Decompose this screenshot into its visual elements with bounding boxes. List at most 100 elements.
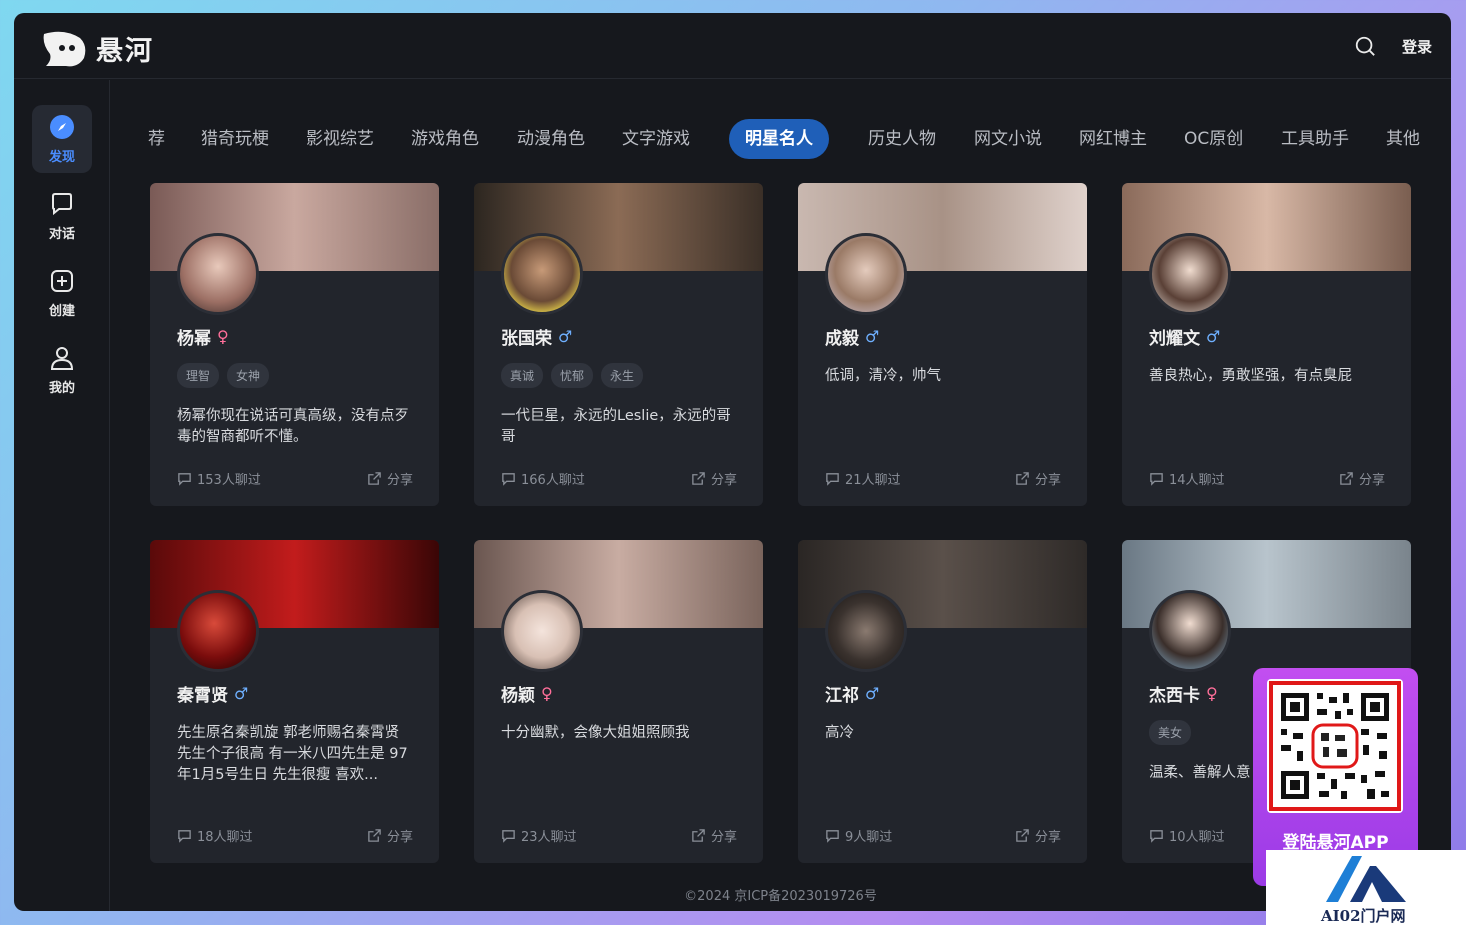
sidebar-item-chat[interactable]: 对话 [32,182,92,250]
share-button[interactable]: 分享 [691,469,737,488]
tab-text-games[interactable]: 文字游戏 [622,119,690,159]
female-icon: ♀ [541,684,553,703]
character-card[interactable]: 成毅 ♂ 低调，清冷，帅气 21人聊过 分享 [798,183,1087,506]
ghost-logo-icon [43,31,86,66]
tab-web-novels[interactable]: 网文小说 [974,119,1042,159]
sidebar: 发现 对话 创建 我的 [14,80,110,911]
tab-anime-characters[interactable]: 动漫角色 [517,119,585,159]
chat-count: 21人聊过 [825,469,901,488]
chat-bubble-icon [178,830,191,843]
share-icon [1016,472,1029,485]
avatar [501,590,583,672]
app-window: 悬河 登录 发现 对话 创建 我的 荐 猎奇玩梗 影视综艺 游戏角色 动漫角色 … [14,13,1451,911]
category-tabs: 荐 猎奇玩梗 影视综艺 游戏角色 动漫角色 文字游戏 明星名人 历史人物 网文小… [110,117,1451,161]
female-icon: ♀ [1206,684,1218,703]
user-icon [50,346,74,370]
character-name: 杰西卡 ♀ [1149,684,1218,706]
sidebar-item-discover[interactable]: 发现 [32,105,92,173]
tag: 真诚 [501,363,544,388]
chat-count: 153人聊过 [177,469,261,488]
qr-code-icon [1269,681,1401,811]
share-button[interactable]: 分享 [1015,826,1061,845]
tab-recommend[interactable]: 荐 [148,119,165,159]
share-icon [1016,829,1029,842]
tab-tools[interactable]: 工具助手 [1281,119,1349,159]
app-logo[interactable]: 悬河 [40,29,154,68]
sidebar-item-create[interactable]: 创建 [32,259,92,327]
male-icon: ♂ [865,684,880,703]
login-button[interactable]: 登录 [1402,36,1432,57]
chat-count: 14人聊过 [1149,469,1225,488]
share-icon [1340,472,1353,485]
tag-list: 理智 女神 [177,363,270,388]
tab-other[interactable]: 其他 [1386,119,1420,159]
chat-count: 10人聊过 [1149,826,1225,845]
share-button[interactable]: 分享 [691,826,737,845]
chat-bubble-icon [502,830,515,843]
character-name: 成毅 ♂ [825,327,880,349]
share-button[interactable]: 分享 [367,469,413,488]
male-icon: ♂ [558,327,573,346]
tag: 永生 [601,363,644,388]
character-card[interactable]: 张国荣 ♂ 真诚 忧郁 永生 一代巨星，永远的Leslie，永远的哥哥 166人聊… [474,183,763,506]
character-description: 一代巨星，永远的Leslie，永远的哥哥 [501,408,731,445]
male-icon: ♂ [865,327,880,346]
chat-bubble-icon [826,830,839,843]
character-card[interactable]: 刘耀文 ♂ 善良热心，勇敢坚强，有点臭屁 14人聊过 分享 [1122,183,1411,506]
share-button[interactable]: 分享 [1015,469,1061,488]
character-name: 张国荣 ♂ [501,327,573,349]
character-description: 十分幽默，会像大姐姐照顾我 [501,725,690,741]
tag: 理智 [177,363,220,388]
avatar [501,233,583,315]
character-name: 秦霄贤 ♂ [177,684,249,706]
tab-curiosity[interactable]: 猎奇玩梗 [201,119,269,159]
share-icon [692,472,705,485]
sidebar-item-label: 对话 [48,226,75,242]
compass-icon [50,114,74,139]
chat-count: 18人聊过 [177,826,253,845]
character-description: 先生原名秦凯旋 郭老师赐名秦霄贤 先生个子很高 有一米八四先生是 97年1月5号… [177,725,408,783]
chat-count: 9人聊过 [825,826,892,845]
character-card[interactable]: 秦霄贤 ♂ 先生原名秦凯旋 郭老师赐名秦霄贤 先生个子很高 有一米八四先生是 97… [150,540,439,863]
tag: 女神 [227,363,270,388]
avatar [1149,233,1231,315]
share-button[interactable]: 分享 [367,826,413,845]
tab-influencers[interactable]: 网红博主 [1079,119,1147,159]
qr-code [1267,679,1403,813]
app-title: 悬河 [96,36,154,67]
character-description: 杨幂你现在说话可真高级，没有点歹毒的智商都听不懂。 [177,408,409,445]
search-icon[interactable] [1354,35,1376,57]
tab-film-tv[interactable]: 影视综艺 [306,119,374,159]
avatar [825,233,907,315]
character-name: 江祁 ♂ [825,684,880,706]
watermark: AI02门户网 [1266,850,1466,925]
sidebar-item-label: 发现 [48,149,75,165]
sidebar-item-me[interactable]: 我的 [32,336,92,404]
chat-icon [52,192,72,215]
top-bar: 悬河 登录 [14,13,1451,79]
share-icon [368,829,381,842]
chat-bubble-icon [178,473,191,486]
character-name: 杨幂 ♀ [177,327,229,349]
character-name: 刘耀文 ♂ [1149,327,1221,349]
chat-bubble-icon [502,473,515,486]
character-name: 杨颖 ♀ [501,684,553,706]
chat-count: 23人聊过 [501,826,577,845]
character-card[interactable]: 江祁 ♂ 高冷 9人聊过 分享 [798,540,1087,863]
tag-list: 美女 [1149,720,1192,745]
tab-celebrities[interactable]: 明星名人 [729,119,829,159]
share-button[interactable]: 分享 [1339,469,1385,488]
male-icon: ♂ [234,684,249,703]
chat-bubble-icon [1150,473,1163,486]
avatar [177,233,259,315]
tab-oc-original[interactable]: OC原创 [1184,119,1243,159]
character-card[interactable]: 杨幂 ♀ 理智 女神 杨幂你现在说话可真高级，没有点歹毒的智商都听不懂。 153人… [150,183,439,506]
share-icon [692,829,705,842]
chat-bubble-icon [1150,830,1163,843]
tab-historical-figures[interactable]: 历史人物 [868,119,936,159]
sidebar-item-label: 创建 [48,303,75,319]
character-card[interactable]: 杨颖 ♀ 十分幽默，会像大姐姐照顾我 23人聊过 分享 [474,540,763,863]
tab-game-characters[interactable]: 游戏角色 [411,119,479,159]
female-icon: ♀ [217,327,229,346]
tag-list: 真诚 忧郁 永生 [501,363,644,388]
